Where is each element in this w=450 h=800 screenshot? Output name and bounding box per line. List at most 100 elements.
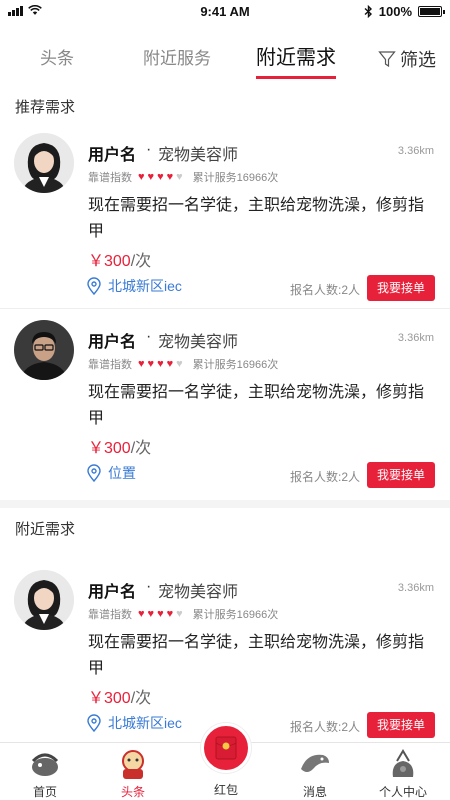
nav-messages-label: 消息 (302, 785, 327, 799)
avatar[interactable] (14, 570, 74, 630)
rating-heart-icon: ♥ (166, 170, 174, 183)
user-role: 宠物美容师 (158, 147, 239, 164)
location-text: 北城新区iec (108, 278, 182, 294)
demand-description: 现在需要招一名学徒，主职给宠物洗澡，修剪指甲 (88, 197, 425, 240)
rating-heart-icon: ♥ (157, 607, 164, 620)
active-tab-indicator (256, 76, 336, 79)
price-amount: ￥300 (88, 440, 131, 457)
username: 用户名 (88, 584, 137, 601)
rating-heart-icon: ♥ (138, 607, 145, 620)
top-tabs: 头条 附近服务 附近需求 筛选 (0, 38, 450, 79)
bluetooth-icon (364, 5, 372, 18)
filter-icon (378, 51, 396, 68)
nav-headlines-label: 头条 (120, 785, 145, 799)
rating-label: 靠谱指数 (88, 609, 132, 621)
nav-home[interactable]: 首页 (10, 747, 80, 800)
rating-heart-icon: ♥ (138, 357, 145, 370)
user-role: 宠物美容师 (158, 584, 239, 601)
tab-nearby-demands[interactable]: 附近需求 (256, 41, 336, 79)
section-title-recommended: 推荐需求 (15, 99, 76, 116)
price: ￥300/次 (88, 434, 151, 458)
rating-heart-icon: ♥ (176, 607, 183, 620)
served-count: 累计服务16966次 (192, 359, 279, 371)
nav-headlines[interactable]: 头条 (98, 747, 168, 800)
nav-messages[interactable]: 消息 (280, 747, 350, 800)
rating-heart-icon: ♥ (138, 170, 145, 183)
location-pin-icon (87, 464, 101, 482)
served-count: 累计服务16966次 (192, 609, 279, 621)
avatar[interactable] (14, 133, 74, 193)
signup-count: 报名人数:2人 (289, 470, 360, 484)
rating-row: 靠谱指数 ♥ ♥ ♥ ♥ ♥ 累计服务16966次 (88, 606, 278, 622)
battery-percent: 100% (378, 4, 412, 19)
filter-button[interactable]: 筛选 (378, 46, 436, 72)
section-divider (0, 500, 450, 508)
rating-heart-icon: ♥ (147, 357, 155, 370)
nav-red-packet-label: 红包 (213, 783, 238, 797)
section-title-nearby: 附近需求 (15, 521, 76, 538)
rating-heart-icon: ♥ (147, 607, 155, 620)
separator-dot: · (146, 141, 152, 158)
price: ￥300/次 (88, 247, 151, 271)
price-unit: /次 (130, 690, 152, 707)
accept-order-button[interactable]: 我要接单 (367, 462, 435, 488)
bottom-nav: 首页 头条 红包 消息 个人中心 (0, 723, 450, 800)
rating-hearts: ♥ ♥ ♥ ♥ ♥ (138, 607, 183, 620)
user-role: 宠物美容师 (158, 334, 239, 351)
filter-label: 筛选 (400, 50, 436, 70)
tab-headlines[interactable]: 头条 (40, 44, 74, 69)
separator-dot: · (146, 578, 152, 595)
price-unit: /次 (130, 253, 152, 270)
location[interactable]: 北城新区iec (86, 713, 182, 733)
rating-heart-icon: ♥ (166, 607, 174, 620)
demand-description: 现在需要招一名学徒，主职给宠物洗澡，修剪指甲 (88, 384, 425, 427)
distance: 3.36km (397, 332, 434, 344)
distance: 3.36km (397, 582, 434, 594)
rating-heart-icon: ♥ (147, 170, 155, 183)
location-pin-icon (87, 277, 101, 295)
rating-heart-icon: ♥ (166, 357, 174, 370)
rating-heart-icon: ♥ (176, 170, 183, 183)
price-amount: ￥300 (88, 690, 131, 707)
rating-row: 靠谱指数 ♥ ♥ ♥ ♥ ♥ 累计服务16966次 (88, 169, 278, 185)
battery-icon (418, 6, 445, 17)
rating-hearts: ♥ ♥ ♥ ♥ ♥ (138, 357, 183, 370)
rating-row: 靠谱指数 ♥ ♥ ♥ ♥ ♥ 累计服务16966次 (88, 356, 278, 372)
price: ￥300/次 (88, 684, 151, 708)
location[interactable]: 位置 (86, 463, 136, 483)
rating-hearts: ♥ ♥ ♥ ♥ ♥ (138, 170, 183, 183)
signup-count: 报名人数:2人 (289, 720, 360, 734)
rating-heart-icon: ♥ (157, 170, 164, 183)
card-divider (0, 308, 450, 309)
avatar[interactable] (14, 320, 74, 380)
price-unit: /次 (130, 440, 152, 457)
username: 用户名 (88, 147, 137, 164)
username: 用户名 (88, 334, 137, 351)
accept-order-button[interactable]: 我要接单 (367, 275, 435, 301)
rating-heart-icon: ♥ (176, 357, 183, 370)
red-packet-icon (215, 736, 237, 760)
red-packet-button[interactable] (201, 723, 251, 773)
served-count: 累计服务16966次 (192, 172, 279, 184)
accept-order-button[interactable]: 我要接单 (367, 712, 435, 738)
separator-dot: · (146, 328, 152, 345)
nav-profile-label: 个人中心 (378, 785, 427, 799)
home-icon (31, 753, 59, 776)
demand-description: 现在需要招一名学徒，主职给宠物洗澡，修剪指甲 (88, 634, 425, 677)
distance: 3.36km (397, 145, 434, 157)
rating-label: 靠谱指数 (88, 359, 132, 371)
location-pin-icon (87, 714, 101, 732)
location[interactable]: 北城新区iec (86, 276, 182, 296)
tab-nearby-services[interactable]: 附近服务 (143, 44, 211, 69)
message-icon (301, 754, 329, 772)
nav-profile[interactable]: 个人中心 (368, 747, 438, 800)
location-text: 位置 (108, 465, 136, 481)
headline-icon (122, 750, 144, 779)
signup-count: 报名人数:2人 (289, 283, 360, 297)
location-text: 北城新区iec (108, 715, 182, 731)
tab-nearby-demands-label: 附近需求 (256, 47, 336, 69)
profile-icon (392, 749, 414, 777)
status-bar: 9:41 AM 100% (0, 0, 450, 24)
rating-label: 靠谱指数 (88, 172, 132, 184)
rating-heart-icon: ♥ (157, 357, 164, 370)
